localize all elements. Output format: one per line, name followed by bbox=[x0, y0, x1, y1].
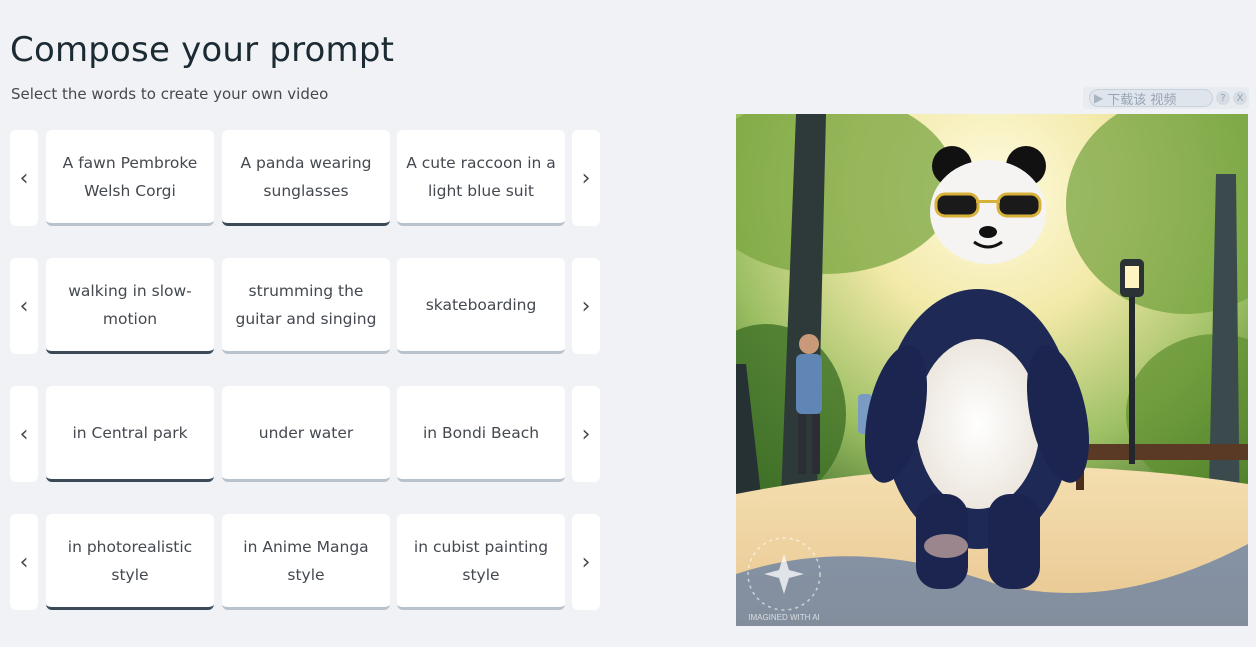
prompt-row: ‹ A fawn Pembroke Welsh Corgi A panda wear… bbox=[10, 130, 602, 226]
chevron-right-icon[interactable]: › bbox=[572, 514, 600, 610]
prompt-option-card[interactable]: strumming the guitar and singing bbox=[222, 258, 390, 354]
prompt-option-card[interactable]: in Bondi Beach bbox=[397, 386, 565, 482]
play-icon: ▶ bbox=[1094, 91, 1104, 105]
download-video-label: 下载该 视频 bbox=[1107, 92, 1177, 108]
prompt-option-card[interactable]: A fawn Pembroke Welsh Corgi bbox=[46, 130, 214, 226]
prompt-option-card[interactable]: walking in slow-motion bbox=[46, 258, 214, 354]
prompt-option-card[interactable]: in Central park bbox=[46, 386, 214, 482]
prompt-option-card[interactable]: A panda wearing sunglasses bbox=[222, 130, 390, 226]
chevron-right-icon[interactable]: › bbox=[572, 130, 600, 226]
chevron-right-icon[interactable]: › bbox=[572, 386, 600, 482]
chevron-left-icon[interactable]: ‹ bbox=[10, 514, 38, 610]
help-icon[interactable]: ? bbox=[1216, 91, 1230, 105]
prompt-option-card[interactable]: in cubist painting style bbox=[397, 514, 565, 610]
prompt-option-card[interactable]: under water bbox=[222, 386, 390, 482]
video-toolbar: ▶ 下载该 视频 ? X bbox=[1083, 87, 1249, 109]
chevron-right-icon[interactable]: › bbox=[572, 258, 600, 354]
prompt-row: ‹ walking in slow-motion strumming the gui… bbox=[10, 258, 602, 354]
video-frame: IMAGINED WITH AI bbox=[736, 114, 1248, 626]
generated-video[interactable]: IMAGINED WITH AI bbox=[736, 114, 1248, 626]
prompt-option-card[interactable]: skateboarding bbox=[397, 258, 565, 354]
watermark-text: IMAGINED WITH AI bbox=[748, 613, 820, 622]
prompt-row: ‹ in Central park under water in Bondi Beac… bbox=[10, 386, 602, 482]
prompt-option-card[interactable]: in Anime Manga style bbox=[222, 514, 390, 610]
prompt-option-card[interactable]: in photorealistic style bbox=[46, 514, 214, 610]
page-title: Compose your prompt bbox=[10, 30, 395, 70]
page-subtitle: Select the words to create your own vide… bbox=[11, 85, 329, 103]
download-video-button[interactable]: ▶ 下载该 视频 bbox=[1089, 89, 1213, 108]
prompt-row: ‹ in photorealistic style in Anime Manga s… bbox=[10, 514, 602, 610]
close-icon[interactable]: X bbox=[1233, 91, 1247, 105]
chevron-left-icon[interactable]: ‹ bbox=[10, 130, 38, 226]
chevron-left-icon[interactable]: ‹ bbox=[10, 386, 38, 482]
chevron-left-icon[interactable]: ‹ bbox=[10, 258, 38, 354]
prompt-option-card[interactable]: A cute raccoon in a light blue suit bbox=[397, 130, 565, 226]
